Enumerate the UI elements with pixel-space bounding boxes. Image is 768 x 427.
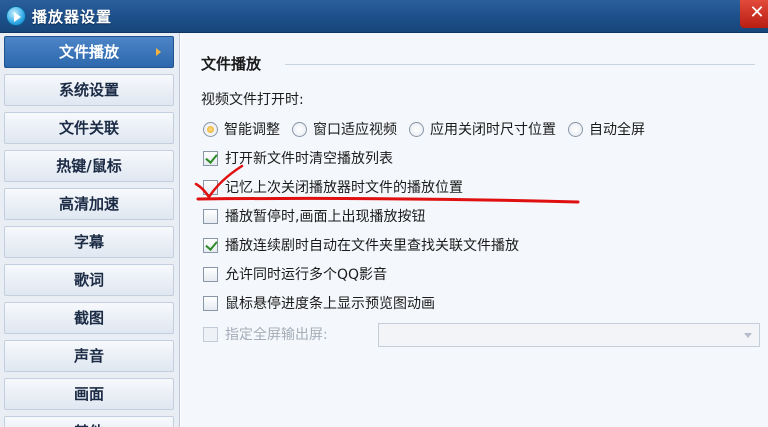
radio-last-size-position[interactable]: 应用关闭时尺寸位置 bbox=[409, 119, 556, 139]
radio-label: 自动全屏 bbox=[589, 122, 645, 138]
radio-label: 应用关闭时尺寸位置 bbox=[430, 122, 556, 138]
sidebar-item-label: 截图 bbox=[73, 309, 104, 327]
radio-fit-window-to-video[interactable]: 窗口适应视频 bbox=[292, 119, 397, 139]
sidebar-item-label: 系统设置 bbox=[58, 81, 119, 99]
checkbox[interactable] bbox=[203, 208, 218, 224]
sidebar-item-picture[interactable]: 画面 bbox=[4, 378, 174, 410]
checkbox-remember-position[interactable]: 记忆上次关闭播放器时文件的播放位置 bbox=[203, 176, 463, 198]
sidebar-item-subtitles[interactable]: 字幕 bbox=[4, 226, 174, 258]
sidebar-item-label: 文件关联 bbox=[58, 119, 119, 137]
section-title: 文件播放 bbox=[201, 55, 262, 73]
checkbox-label: 播放暂停时,画面上出现播放按钮 bbox=[225, 209, 426, 225]
sidebar-item-other[interactable]: 其他 bbox=[4, 416, 174, 427]
sidebar-item-label: 字幕 bbox=[73, 233, 104, 251]
window-title: 播放器设置 bbox=[32, 8, 113, 26]
checkbox-multiple-instances[interactable]: 允许同时运行多个QQ影音 bbox=[203, 263, 387, 285]
checkbox-fullscreen-output-screen: 指定全屏输出屏: bbox=[203, 323, 328, 345]
sidebar-item-hd-acceleration[interactable]: 高清加速 bbox=[4, 188, 174, 220]
sidebar-item-sound[interactable]: 声音 bbox=[4, 340, 174, 372]
sidebar-item-screenshot[interactable]: 截图 bbox=[4, 302, 174, 334]
section-divider bbox=[285, 64, 755, 65]
open-behavior-label: 视频文件打开时: bbox=[201, 92, 304, 108]
checkbox-series-auto-find[interactable]: 播放连续剧时自动在文件夹里查找关联文件播放 bbox=[203, 234, 519, 256]
sidebar-item-system-settings[interactable]: 系统设置 bbox=[4, 74, 174, 106]
radio-label: 智能调整 bbox=[224, 122, 280, 138]
chevron-down-icon bbox=[744, 333, 752, 338]
sidebar-item-lyrics[interactable]: 歌词 bbox=[4, 264, 174, 296]
sidebar-item-label: 其他 bbox=[74, 423, 104, 427]
sidebar-item-label: 声音 bbox=[73, 347, 104, 365]
sidebar-item-label: 画面 bbox=[73, 385, 104, 403]
chevron-right-icon bbox=[156, 48, 161, 56]
checkbox bbox=[203, 326, 218, 342]
checkbox-pause-show-play-button[interactable]: 播放暂停时,画面上出现播放按钮 bbox=[203, 205, 425, 227]
radio-button[interactable] bbox=[568, 121, 583, 137]
radio-auto-fullscreen[interactable]: 自动全屏 bbox=[568, 119, 645, 139]
checkbox[interactable] bbox=[203, 266, 218, 282]
radio-button[interactable] bbox=[409, 121, 424, 137]
checkbox-hover-preview[interactable]: 鼠标悬停进度条上显示预览图动画 bbox=[203, 292, 435, 314]
sidebar-item-label: 文件播放 bbox=[58, 43, 119, 61]
sidebar-item-label: 热键/鼠标 bbox=[56, 157, 122, 175]
checkbox-label: 播放连续剧时自动在文件夹里查找关联文件播放 bbox=[225, 238, 519, 254]
checkbox-label: 指定全屏输出屏: bbox=[225, 327, 328, 343]
open-behavior-radio-group: 智能调整 窗口适应视频 应用关闭时尺寸位置 自动全屏 bbox=[203, 118, 657, 140]
checkbox[interactable] bbox=[203, 295, 218, 311]
checkbox-label: 记忆上次关闭播放器时文件的播放位置 bbox=[225, 180, 463, 196]
output-screen-select bbox=[378, 323, 760, 347]
sidebar-item-file-association[interactable]: 文件关联 bbox=[4, 112, 174, 144]
sidebar-item-label: 高清加速 bbox=[58, 195, 119, 213]
radio-button[interactable] bbox=[203, 121, 218, 137]
sidebar-item-label: 歌词 bbox=[73, 271, 104, 289]
radio-label: 窗口适应视频 bbox=[313, 122, 397, 138]
checkbox[interactable] bbox=[203, 237, 218, 253]
checkbox-clear-playlist[interactable]: 打开新文件时清空播放列表 bbox=[203, 147, 393, 169]
radio-smart-adjust[interactable]: 智能调整 bbox=[203, 119, 280, 139]
checkbox-label: 允许同时运行多个QQ影音 bbox=[225, 267, 388, 283]
title-bar: 播放器设置 ✕ bbox=[0, 0, 768, 33]
checkbox[interactable] bbox=[203, 179, 218, 195]
sidebar: 文件播放 系统设置 文件关联 热键/鼠标 高清加速 字幕 歌词 截图 声音 画面… bbox=[0, 33, 180, 427]
radio-button[interactable] bbox=[292, 121, 307, 137]
checkbox-label: 打开新文件时清空播放列表 bbox=[225, 151, 393, 167]
sidebar-item-hotkey-mouse[interactable]: 热键/鼠标 bbox=[4, 150, 174, 182]
close-button[interactable]: ✕ bbox=[740, 0, 768, 28]
sidebar-item-file-playback[interactable]: 文件播放 bbox=[4, 36, 174, 68]
checkbox[interactable] bbox=[203, 150, 218, 166]
settings-panel: 文件播放 视频文件打开时: 智能调整 窗口适应视频 应用关闭时尺寸位置 自动全屏… bbox=[181, 33, 768, 427]
app-logo-icon bbox=[6, 6, 26, 26]
checkbox-label: 鼠标悬停进度条上显示预览图动画 bbox=[225, 296, 435, 312]
